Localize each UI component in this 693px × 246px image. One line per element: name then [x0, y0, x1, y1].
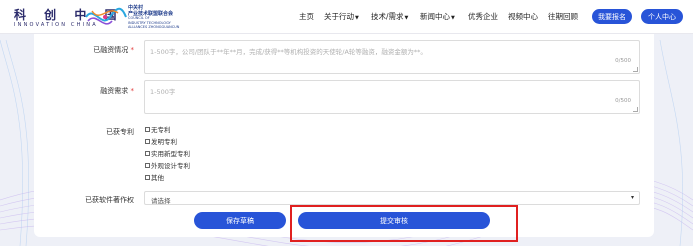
required-mark: *: [130, 87, 135, 95]
save-draft-button[interactable]: 保存草稿: [194, 212, 286, 229]
nav-home[interactable]: 主页: [299, 11, 314, 22]
financing-status-counter: 0/500: [615, 58, 631, 64]
checkbox[interactable]: [145, 162, 150, 168]
software-copyright-label: 已获软件著作权: [85, 196, 134, 204]
checkbox[interactable]: [145, 138, 150, 144]
org-name-english: COUNCIL OF INDUSTRY TECHNOLOGY ALLIANCES…: [128, 16, 180, 29]
register-button[interactable]: 我要报名: [592, 9, 632, 24]
financing-need-placeholder: 1-500字: [150, 88, 176, 96]
patent-option-design[interactable]: 外观设计专利: [145, 160, 190, 170]
nav-past-review[interactable]: 往期回顾: [548, 11, 578, 22]
patent-option-none[interactable]: 无专利: [145, 124, 171, 134]
resize-grip-icon[interactable]: [633, 67, 638, 72]
nav-tech-demand[interactable]: 技术/需求▼: [371, 11, 408, 22]
checkbox[interactable]: [145, 126, 150, 132]
financing-need-counter: 0/500: [615, 98, 631, 104]
site-header: 科 创 中 国 INNOVATION CHINA 中关村 产业技术联盟联合会 C…: [0, 0, 693, 34]
software-copyright-value: 请选择: [151, 197, 171, 205]
submit-highlight-box: [290, 205, 518, 242]
patent-option-other[interactable]: 其他: [145, 172, 164, 182]
nav-news-center[interactable]: 新闻中心▼: [420, 11, 455, 22]
financing-status-label: 已融资情况 *: [93, 46, 135, 54]
chevron-down-icon: ▼: [404, 15, 409, 21]
financing-need-label: 融资需求 *: [100, 87, 135, 95]
checkbox[interactable]: [145, 174, 150, 180]
checkbox[interactable]: [145, 150, 150, 156]
chevron-down-icon: ▼: [355, 15, 359, 21]
patent-option-invention[interactable]: 发明专利: [145, 136, 177, 146]
financing-status-placeholder: 1-500字，公司/团队于**年**月，完成/获得**等机构投资的天使轮/A轮等…: [150, 48, 427, 56]
financing-status-textarea[interactable]: 1-500字，公司/团队于**年**月，完成/获得**等机构投资的天使轮/A轮等…: [144, 40, 640, 74]
nav-about-action[interactable]: 关于行动▼: [324, 11, 359, 22]
software-copyright-select[interactable]: 请选择 ▾: [144, 191, 640, 205]
chevron-down-icon: ▾: [630, 194, 634, 201]
resize-grip-icon[interactable]: [633, 107, 638, 112]
personal-center-button[interactable]: 个人中心: [641, 9, 683, 24]
chevron-down-icon: ▼: [451, 15, 455, 21]
patent-option-utility-model[interactable]: 实用新型专利: [145, 148, 190, 158]
patents-label: 已获专利: [106, 128, 134, 136]
nav-video-center[interactable]: 视频中心: [508, 11, 538, 22]
innovation-china-logo-icon[interactable]: [82, 3, 128, 31]
nav-excellent-enterprises[interactable]: 优秀企业: [468, 11, 498, 22]
required-mark: *: [130, 46, 135, 54]
financing-need-textarea[interactable]: 1-500字 0/500: [144, 80, 640, 114]
